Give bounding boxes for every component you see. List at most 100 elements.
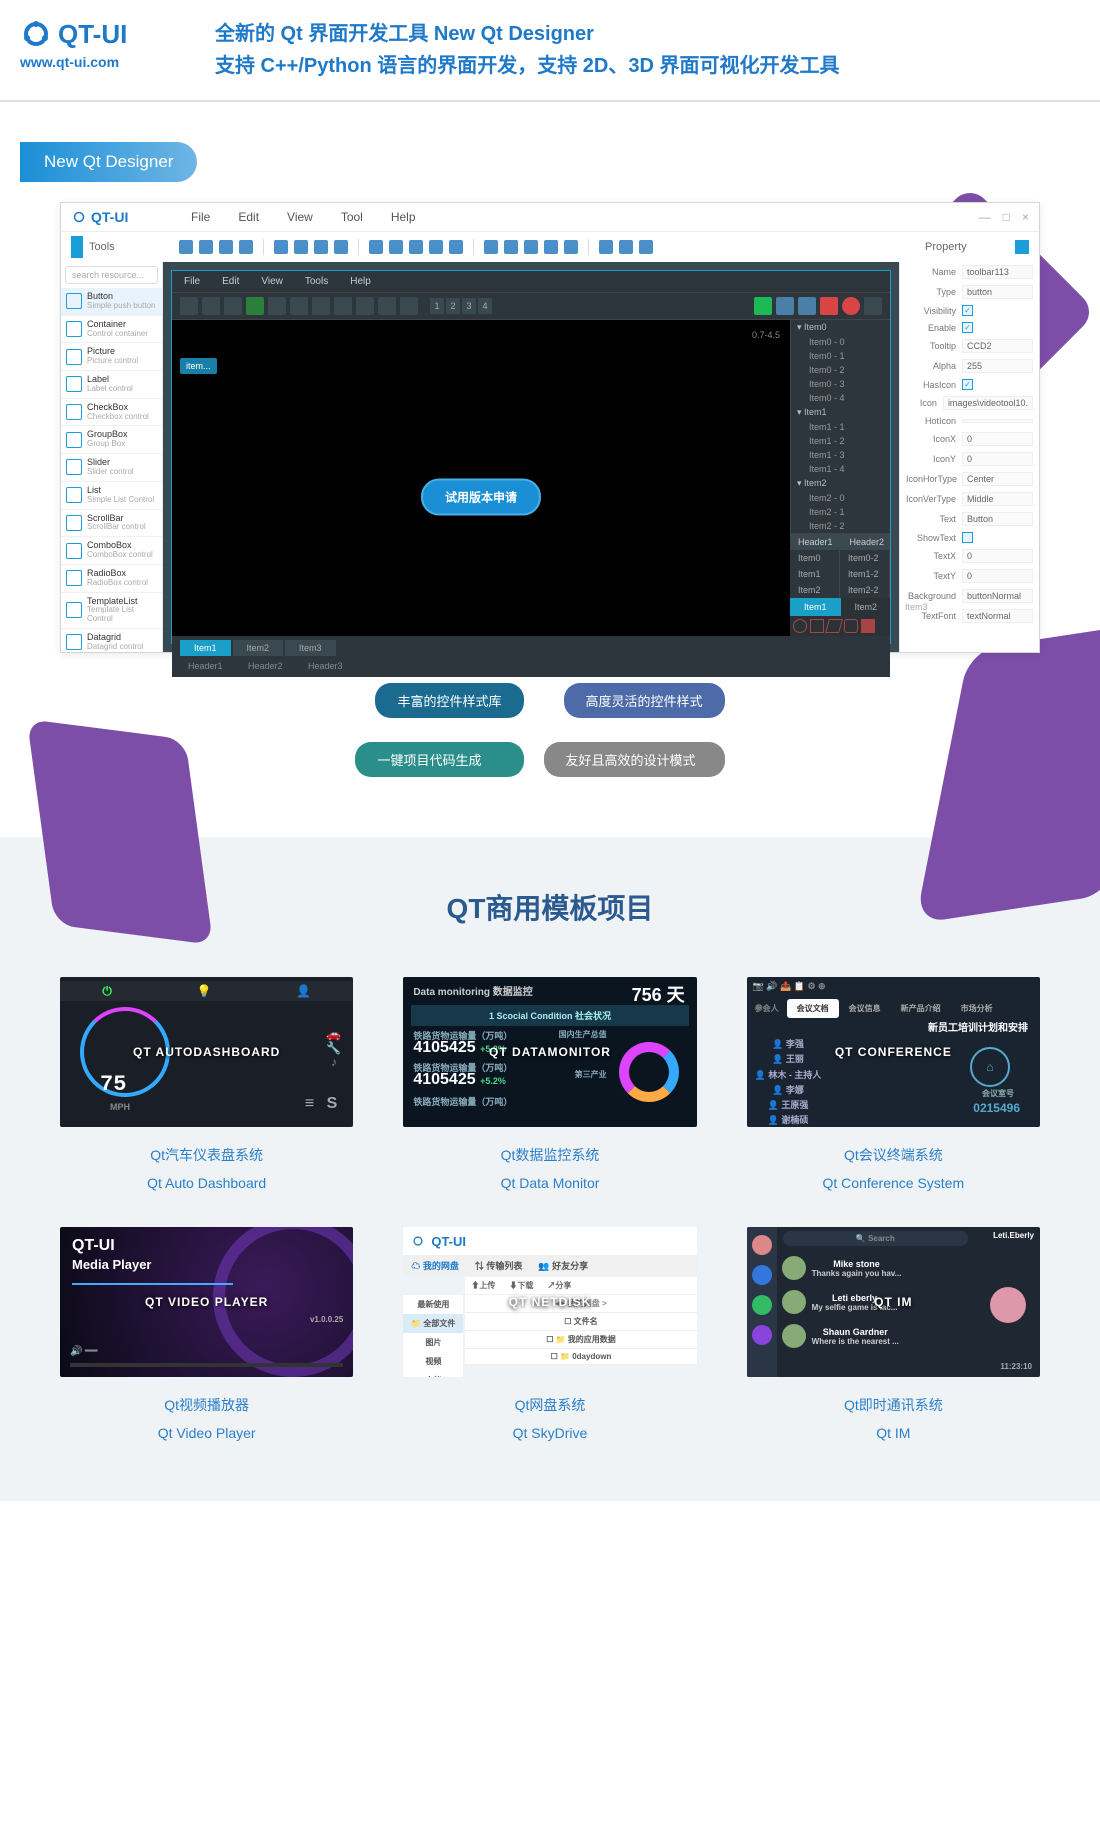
template-card[interactable]: 📷 🔊 📤 📋 ⚙ ⊕参会人会议文档会议信息新产品介绍市场分析新员工培训计划和安…: [747, 977, 1040, 1191]
tab[interactable]: Item1: [790, 598, 841, 616]
toolbar-icon[interactable]: [378, 297, 396, 315]
toolbar-icon[interactable]: [564, 240, 578, 254]
property-value[interactable]: toolbar113: [962, 265, 1033, 279]
toolbar-icon[interactable]: [274, 240, 288, 254]
tool-item[interactable]: GroupBoxGroup Box: [61, 426, 162, 454]
toolbar-icon[interactable]: [179, 240, 193, 254]
property-value[interactable]: 0: [962, 432, 1033, 446]
canvas-view[interactable]: item... 0.7-4.5 试用版本申请: [172, 320, 790, 636]
toolbar-icon[interactable]: [246, 297, 264, 315]
tree-leaf[interactable]: Item1 - 2: [791, 434, 890, 448]
tree-leaf[interactable]: Item1 - 3: [791, 448, 890, 462]
tools-search-input[interactable]: search resource...: [65, 266, 158, 284]
play-icon[interactable]: [754, 297, 772, 315]
table-row[interactable]: Item0Item0-2: [790, 550, 890, 566]
tree-node[interactable]: ▾ Item0: [791, 320, 890, 335]
tool-item[interactable]: PicturePicture control: [61, 343, 162, 371]
toolbar-icon[interactable]: [599, 240, 613, 254]
property-value[interactable]: Button: [962, 512, 1033, 526]
menu-item[interactable]: Help: [391, 210, 416, 224]
tab[interactable]: Item2: [841, 598, 892, 616]
toolbar-icon[interactable]: [224, 297, 242, 315]
property-checkbox[interactable]: ✓: [962, 322, 973, 333]
property-value[interactable]: 0: [962, 549, 1033, 563]
menu-item[interactable]: Edit: [238, 210, 259, 224]
table-row[interactable]: Item2Item2-2: [790, 582, 890, 598]
tree-leaf[interactable]: Item0 - 2: [791, 363, 890, 377]
frame-number[interactable]: 1: [430, 298, 444, 314]
menu-item[interactable]: File: [191, 210, 210, 224]
close-icon[interactable]: ×: [1022, 210, 1029, 224]
toolbar-icon[interactable]: [369, 240, 383, 254]
property-value[interactable]: CCD2: [962, 339, 1033, 353]
tool-item[interactable]: LabelLabel control: [61, 371, 162, 399]
toolbar-icon[interactable]: [199, 240, 213, 254]
toolbar-icon[interactable]: [219, 240, 233, 254]
property-checkbox[interactable]: ✓: [962, 379, 973, 390]
tool-item[interactable]: CheckBoxCheckbox control: [61, 399, 162, 427]
tool-item[interactable]: TemplateListTemplate List Control: [61, 593, 162, 629]
toolbar-icon[interactable]: [334, 297, 352, 315]
template-card[interactable]: QT-UI☁ 我的网盘⇅ 传输列表👥 好友分享⬆上传⬇下载↗分享最新使用📁 全部…: [403, 1227, 696, 1441]
tree-leaf[interactable]: Item0 - 3: [791, 377, 890, 391]
frame-number[interactable]: 3: [462, 298, 476, 314]
tool-item[interactable]: RadioBoxRadioBox control: [61, 565, 162, 593]
menu-item[interactable]: File: [184, 276, 200, 287]
template-card[interactable]: Data monitoring 数据监控756 天1 Scocial Condi…: [403, 977, 696, 1191]
menu-item[interactable]: Tool: [341, 210, 363, 224]
property-value[interactable]: Center: [962, 472, 1033, 486]
property-checkbox[interactable]: ✓: [962, 305, 973, 316]
tab[interactable]: Item2: [233, 640, 284, 656]
toolbar-icon[interactable]: [429, 240, 443, 254]
outline-tree[interactable]: ▾ Item0Item0 - 0Item0 - 1Item0 - 2Item0 …: [790, 320, 890, 533]
toolbar-icon[interactable]: [334, 240, 348, 254]
canvas-chip[interactable]: item...: [180, 358, 217, 374]
tool-item[interactable]: ContainerControl container: [61, 316, 162, 344]
toolbar-icon[interactable]: [268, 297, 286, 315]
menu-item[interactable]: View: [287, 210, 313, 224]
minimize-icon[interactable]: —: [979, 210, 991, 224]
maximize-icon[interactable]: □: [1003, 210, 1010, 224]
toolbar-icon[interactable]: [180, 297, 198, 315]
menu-item[interactable]: Tools: [305, 276, 328, 287]
tree-leaf[interactable]: Item2 - 1: [791, 505, 890, 519]
property-value[interactable]: 0: [962, 569, 1033, 583]
trial-request-button[interactable]: 试用版本申请: [421, 478, 541, 515]
toolbar-icon[interactable]: [639, 240, 653, 254]
tool-item[interactable]: SliderSlider control: [61, 454, 162, 482]
template-card[interactable]: 75MPH⏻💡👤🚗🔧♪≡ SQT AUTODASHBOARDQt汽车仪表盘系统Q…: [60, 977, 353, 1191]
tool-circle-icon[interactable]: [793, 619, 807, 633]
toolbar-icon[interactable]: [619, 240, 633, 254]
property-value[interactable]: button: [962, 285, 1033, 299]
property-value[interactable]: 0: [962, 452, 1033, 466]
property-value[interactable]: images\videotool10.: [943, 396, 1033, 410]
property-value[interactable]: textNormal: [962, 609, 1033, 623]
tree-node[interactable]: ▾ Item2: [791, 476, 890, 491]
frame-number[interactable]: 4: [478, 298, 492, 314]
toolbar-icon[interactable]: [449, 240, 463, 254]
tree-node[interactable]: ▾ Item1: [791, 405, 890, 420]
tree-leaf[interactable]: Item1 - 1: [791, 420, 890, 434]
tool-round-icon[interactable]: [844, 619, 858, 633]
toolbar-icon[interactable]: [294, 240, 308, 254]
step-icon[interactable]: [798, 297, 816, 315]
property-value[interactable]: [962, 419, 1033, 423]
settings-icon[interactable]: [864, 297, 882, 315]
toolbar-icon[interactable]: [409, 240, 423, 254]
menu-item[interactable]: Edit: [222, 276, 239, 287]
property-toggle-icon[interactable]: [1015, 240, 1029, 254]
tool-item[interactable]: ListSimple List Control: [61, 482, 162, 510]
template-card[interactable]: 🔍 SearchLeti.EberlyMike stoneThanks agai…: [747, 1227, 1040, 1441]
template-card[interactable]: QT-UIMedia Playerv1.0.0.25🔊 ━━QT VIDEO P…: [60, 1227, 353, 1441]
tool-item[interactable]: DatagridDatagrid control: [61, 629, 162, 652]
tool-item[interactable]: ComboBoxComboBox control: [61, 537, 162, 565]
toolbar-icon[interactable]: [239, 240, 253, 254]
toolbar-icon[interactable]: [312, 297, 330, 315]
toolbar-icon[interactable]: [202, 297, 220, 315]
toolbar-icon[interactable]: [290, 297, 308, 315]
menu-item[interactable]: Help: [350, 276, 371, 287]
property-value[interactable]: 255: [962, 359, 1033, 373]
table-row[interactable]: Item1Item1-2: [790, 566, 890, 582]
frame-number[interactable]: 2: [446, 298, 460, 314]
toolbar-icon[interactable]: [389, 240, 403, 254]
